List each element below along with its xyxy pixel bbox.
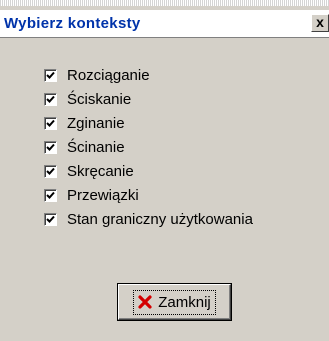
context-label: Przewiązki [67,186,139,204]
checkmark-icon [46,71,55,79]
context-item-przewiazki[interactable]: Przewiązki [44,184,253,206]
checkmark-icon [46,191,55,199]
checkbox[interactable] [44,116,57,130]
context-item-sciskanie[interactable]: Ściskanie [44,88,253,110]
dialog-window: Wybierz konteksty x Rozciąganie Ściskani… [0,6,329,341]
checkmark-icon [46,143,55,151]
close-icon[interactable]: x [311,14,329,32]
checkmark-icon [46,167,55,175]
checkbox[interactable] [44,188,57,202]
checkbox[interactable] [44,164,57,178]
close-button-label: Zamknij [158,293,211,311]
checkbox[interactable] [44,92,57,106]
close-button[interactable]: Zamknij [118,284,231,320]
context-label: Ściskanie [67,90,132,108]
checkbox[interactable] [44,212,57,226]
red-x-icon [138,295,152,309]
context-item-skrecanie[interactable]: Skręcanie [44,160,253,182]
context-label: Rozciąganie [67,66,150,84]
context-item-scinanie[interactable]: Ścinanie [44,136,253,158]
context-label: Ścinanie [67,138,125,156]
context-label: Skręcanie [67,162,134,180]
context-label: Zginanie [67,114,125,132]
checkbox[interactable] [44,140,57,154]
checkbox[interactable] [44,68,57,82]
context-item-stan-graniczny[interactable]: Stan graniczny użytkowania [44,208,253,230]
title-bar: Wybierz konteksty x [0,10,329,38]
context-item-rozciaganie[interactable]: Rozciąganie [44,64,253,86]
close-button-focus: Zamknij [133,289,216,315]
checkmark-icon [46,215,55,223]
contexts-list: Rozciąganie Ściskanie Zginanie Ścinanie … [44,64,253,232]
checkmark-icon [46,95,55,103]
context-label: Stan graniczny użytkowania [67,210,253,228]
checkmark-icon [46,119,55,127]
dialog-title: Wybierz konteksty [4,15,141,32]
context-item-zginanie[interactable]: Zginanie [44,112,253,134]
